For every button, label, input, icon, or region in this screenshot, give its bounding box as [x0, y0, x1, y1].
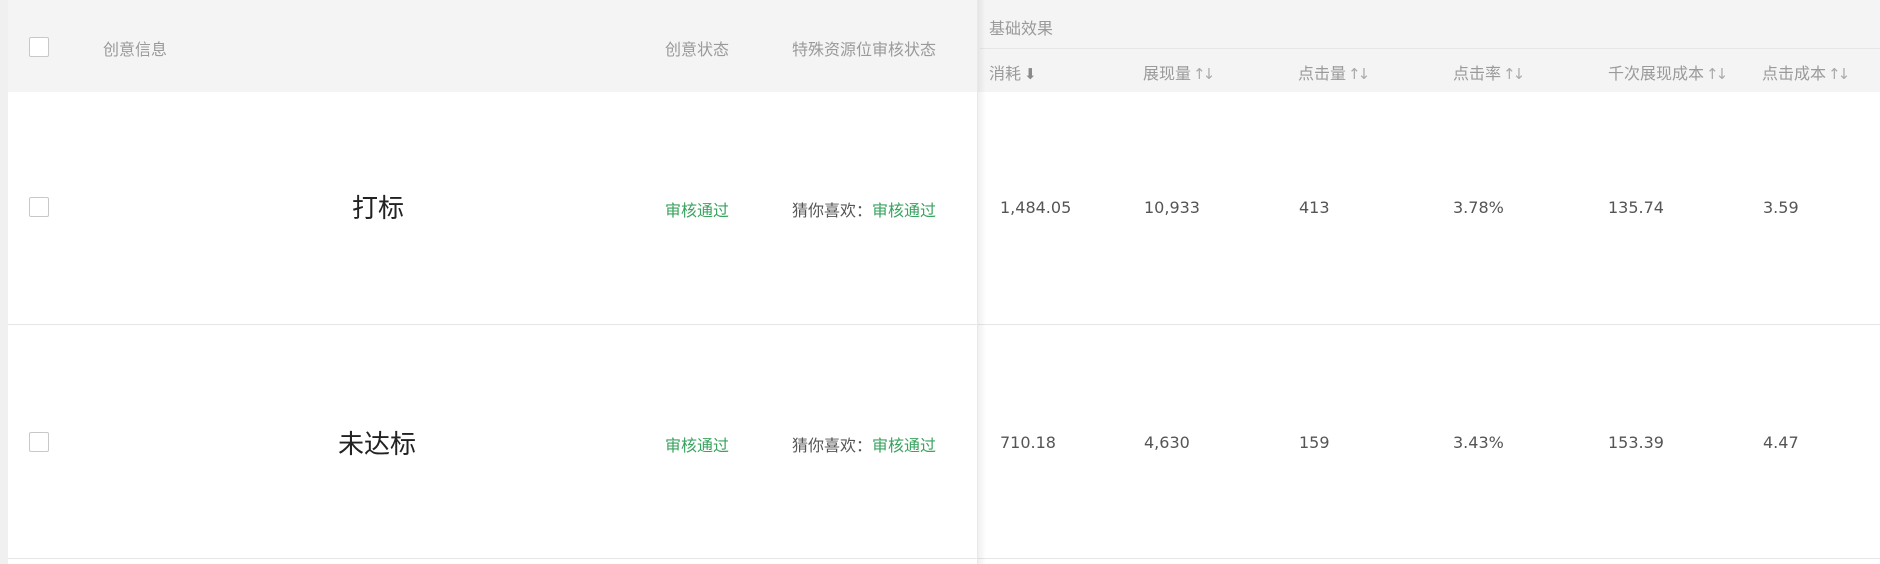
header-metric-ctr[interactable]: 点击率 ↑↓: [1453, 60, 1525, 84]
header-creative-info: 创意信息: [103, 40, 168, 59]
special-review-prefix: 猜你喜欢：: [792, 436, 873, 455]
creative-title: 未达标: [338, 430, 417, 460]
sort-up-down-icon[interactable]: ↑↓: [1828, 65, 1850, 83]
metric-cpc: 4.47: [1763, 433, 1799, 452]
special-review-value: 审核通过: [872, 436, 937, 455]
special-review-status: 猜你喜欢：审核通过: [792, 432, 936, 456]
header-group-basic-effect: 基础效果: [989, 19, 1054, 38]
special-review-prefix: 猜你喜欢：: [792, 201, 873, 220]
sort-up-down-icon[interactable]: ↑↓: [1706, 65, 1728, 83]
header-creative-status: 创意状态: [665, 40, 730, 59]
sort-up-down-icon[interactable]: ↑↓: [1348, 65, 1370, 83]
row-checkbox[interactable]: [29, 197, 49, 217]
row-checkbox[interactable]: [29, 432, 49, 452]
metric-cost: 1,484.05: [1000, 198, 1072, 217]
header-metric-cost-label: 消耗: [989, 64, 1022, 83]
header-metric-impressions[interactable]: 展现量 ↑↓: [1143, 60, 1215, 84]
header-metric-cpm[interactable]: 千次展现成本 ↑↓: [1608, 60, 1728, 84]
table-row: 打标 审核通过 猜你喜欢：审核通过 1,484.05 10,933 413 3.…: [8, 92, 1880, 324]
sort-up-down-icon[interactable]: ↑↓: [1503, 65, 1525, 83]
header-metric-cost[interactable]: 消耗 ⬇: [989, 60, 1037, 84]
arrow-down-icon[interactable]: ⬇: [1024, 65, 1037, 83]
metric-impressions: 4,630: [1144, 433, 1190, 452]
header-metric-impressions-label: 展现量: [1143, 64, 1192, 83]
header-group-divider: [980, 48, 1880, 49]
header-metric-clicks-label: 点击量: [1298, 64, 1347, 83]
creative-status: 审核通过: [665, 201, 730, 220]
header-metric-cpm-label: 千次展现成本: [1608, 64, 1705, 83]
metric-clicks: 413: [1299, 198, 1330, 217]
creative-status: 审核通过: [665, 436, 730, 455]
select-all-checkbox[interactable]: [29, 37, 49, 57]
row-divider: [8, 558, 1880, 559]
fixed-column-shadow: [978, 0, 986, 564]
header-metric-clicks[interactable]: 点击量 ↑↓: [1298, 60, 1370, 84]
special-review-status: 猜你喜欢：审核通过: [792, 197, 936, 221]
metric-ctr: 3.43%: [1453, 433, 1504, 452]
metric-cpm: 135.74: [1608, 198, 1664, 217]
metric-cpm: 153.39: [1608, 433, 1664, 452]
table-header: 创意信息 创意状态 特殊资源位审核状态 基础效果 消耗 ⬇ 展现量 ↑↓ 点击量 ↑↓…: [8, 0, 1880, 92]
metric-cost: 710.18: [1000, 433, 1056, 452]
left-edge-strip: [0, 0, 8, 564]
header-metric-cpc-label: 点击成本: [1762, 64, 1827, 83]
header-special-review-status: 特殊资源位审核状态: [792, 40, 937, 59]
creative-table: 创意信息 创意状态 特殊资源位审核状态 基础效果 消耗 ⬇ 展现量 ↑↓ 点击量 ↑↓…: [8, 0, 1880, 564]
metric-clicks: 159: [1299, 433, 1330, 452]
table-row: 未达标 审核通过 猜你喜欢：审核通过 710.18 4,630 159 3.43…: [8, 325, 1880, 558]
metric-cpc: 3.59: [1763, 198, 1799, 217]
sort-up-down-icon[interactable]: ↑↓: [1193, 65, 1215, 83]
special-review-value: 审核通过: [872, 201, 937, 220]
creative-title: 打标: [352, 194, 405, 224]
metric-ctr: 3.78%: [1453, 198, 1504, 217]
header-metric-cpc[interactable]: 点击成本 ↑↓: [1762, 60, 1850, 84]
header-metric-ctr-label: 点击率: [1453, 64, 1502, 83]
metric-impressions: 10,933: [1144, 198, 1200, 217]
